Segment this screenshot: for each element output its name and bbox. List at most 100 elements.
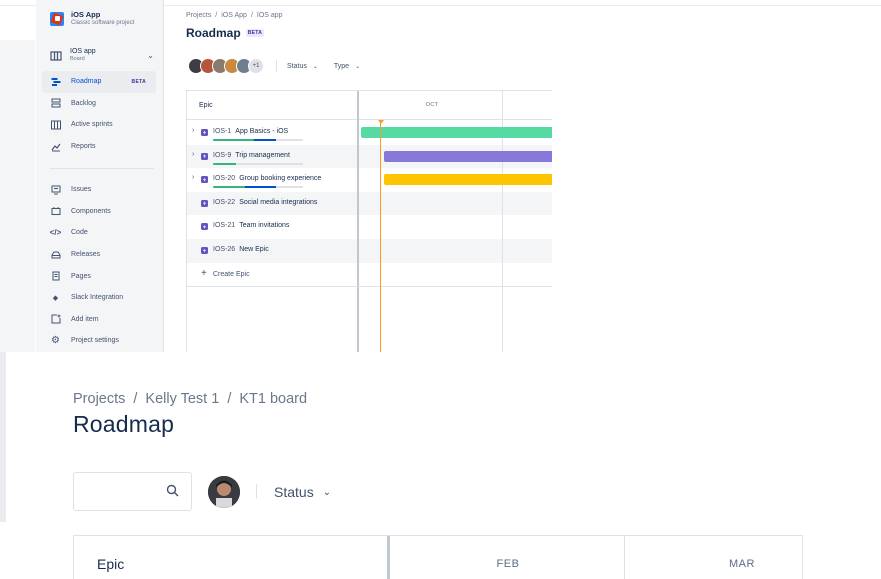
roadmap-grid-2: Epic FEB MAR <box>73 535 803 579</box>
sidebar-item-label: Pages <box>71 272 91 280</box>
status-filter-label: Status <box>274 484 314 500</box>
sidebar-item-label: Code <box>71 229 88 237</box>
slack-icon: ◆ <box>52 294 59 302</box>
epic-summary: Team invitations <box>239 222 290 230</box>
epic-progress <box>213 139 303 141</box>
sidebar-item-add-item[interactable]: Add item <box>42 309 156 331</box>
project-type: Classic software project <box>71 20 135 26</box>
epic-progress <box>213 186 303 189</box>
epic-bar[interactable] <box>384 174 552 186</box>
breadcrumb-board[interactable]: IOS app <box>257 12 283 19</box>
left-gutter <box>0 40 36 352</box>
chevron-down-icon: ⌄ <box>147 51 154 60</box>
epic-summary: Group booking experience <box>239 175 322 183</box>
reports-icon <box>50 141 61 152</box>
project-header[interactable]: iOS App Classic software project <box>50 10 134 27</box>
expand-chevron-icon[interactable]: › <box>192 174 194 181</box>
breadcrumb-board[interactable]: KT1 board <box>239 391 307 407</box>
table-row[interactable]: IOS-26 New Epic <box>187 239 552 263</box>
epic-key[interactable]: IOS-26 <box>213 246 235 253</box>
breadcrumb: Projects / iOS App / IOS app <box>186 12 283 19</box>
epic-column-header: Epic <box>199 102 213 109</box>
board-title: IOS app <box>70 48 96 55</box>
sidebar-item-label: Roadmap <box>71 78 102 86</box>
avatar[interactable] <box>208 476 240 508</box>
breadcrumb-2: Projects / Kelly Test 1/KT1 board <box>73 391 308 407</box>
plus-icon: + <box>201 268 207 279</box>
add-item-icon <box>50 314 61 325</box>
create-epic-label: Create Epic <box>213 271 250 278</box>
type-filter-label: Type <box>333 62 350 70</box>
page-title-row: Roadmap BETA <box>186 26 265 40</box>
search-input[interactable] <box>73 472 192 511</box>
releases-icon <box>50 249 61 260</box>
sidebar-item-label: Backlog <box>71 99 96 107</box>
page-title: Roadmap <box>186 26 241 40</box>
sidebar-item-label: Reports <box>71 143 96 151</box>
sidebar-item-code[interactable]: </> Code <box>42 222 156 244</box>
breadcrumb-projects[interactable]: Projects <box>186 12 211 19</box>
sidebar-item-label: Slack Integration <box>71 294 124 302</box>
sidebar-item-components[interactable]: Components <box>42 201 156 223</box>
epic-key[interactable]: IOS-9 <box>213 152 231 159</box>
sidebar-item-issues[interactable]: Issues <box>42 179 156 201</box>
table-row[interactable]: IOS-22 Social media integrations <box>187 192 552 216</box>
nav-planning: Roadmap BETA Backlog Active sprints Repo… <box>42 71 156 157</box>
epic-icon <box>201 129 208 136</box>
status-filter-2[interactable]: Status ⌄ <box>274 484 331 500</box>
epic-progress <box>213 162 303 165</box>
create-epic-row[interactable]: + Create Epic <box>187 263 552 287</box>
sidebar-item-label: Add item <box>71 315 99 323</box>
board-switcher[interactable]: IOS app Board ⌄ <box>50 48 154 63</box>
code-icon: </> <box>49 228 62 238</box>
beta-badge: BETA <box>131 78 146 85</box>
expand-chevron-icon[interactable]: › <box>192 127 194 134</box>
epic-key[interactable]: IOS-22 <box>213 199 235 206</box>
project-avatar-icon <box>50 12 64 26</box>
sidebar-item-slack[interactable]: ◆ Slack Integration <box>42 287 156 309</box>
more-avatars-button[interactable]: +1 <box>248 58 264 74</box>
epic-icon <box>201 176 208 184</box>
table-row[interactable]: › IOS-20 Group booking experience <box>187 168 552 192</box>
epic-icon <box>201 152 208 160</box>
sidebar-item-roadmap[interactable]: Roadmap BETA <box>42 71 156 93</box>
sidebar-item-backlog[interactable]: Backlog <box>42 93 156 115</box>
breadcrumb-projects[interactable]: Projects <box>73 391 125 407</box>
epic-bar[interactable] <box>384 150 552 162</box>
table-row[interactable]: › IOS-1 App Basics - iOS <box>187 121 552 145</box>
filter-divider <box>276 60 277 72</box>
sidebar-item-label: Components <box>71 207 111 215</box>
table-row[interactable]: › IOS-9 Trip management <box>187 145 552 169</box>
sidebar-item-active-sprints[interactable]: Active sprints <box>42 114 156 136</box>
breadcrumb-project[interactable]: iOS App <box>221 12 247 19</box>
sidebar-item-label: Releases <box>71 251 101 259</box>
left-gutter-bottom <box>0 352 6 522</box>
month-header: OCT <box>425 102 439 108</box>
epic-key[interactable]: IOS-1 <box>213 128 231 135</box>
status-filter[interactable]: Status ⌄ <box>287 63 318 70</box>
today-line <box>380 121 381 352</box>
status-filter-label: Status <box>287 62 307 70</box>
month-header: FEB <box>496 558 520 570</box>
filter-bar: +1 Status ⌄ Type ⌄ <box>188 57 376 75</box>
expand-chevron-icon[interactable]: › <box>192 151 194 158</box>
nav-development: Issues Components </> Code Releases Page… <box>42 179 156 352</box>
sidebar-item-reports[interactable]: Reports <box>42 136 156 158</box>
epic-summary: Social media integrations <box>239 198 318 206</box>
sidebar-item-label: Project settings <box>71 337 119 345</box>
sidebar-item-pages[interactable]: Pages <box>42 265 156 287</box>
epic-bar[interactable] <box>361 127 552 138</box>
board-subtitle: Board <box>70 56 85 62</box>
pages-icon <box>50 271 61 282</box>
type-filter[interactable]: Type ⌄ <box>334 63 360 70</box>
epic-key[interactable]: IOS-21 <box>213 222 235 229</box>
table-row[interactable]: IOS-21 Team invitations <box>187 215 552 239</box>
backlog-icon <box>50 98 61 109</box>
sprints-icon <box>50 119 61 130</box>
breadcrumb-project[interactable]: Kelly Test 1 <box>145 391 219 407</box>
sidebar-item-releases[interactable]: Releases <box>42 244 156 266</box>
page-title-2: Roadmap <box>73 411 175 437</box>
sidebar-item-project-settings[interactable]: ⚙ Project settings <box>42 330 156 352</box>
epic-key[interactable]: IOS-20 <box>213 175 235 182</box>
epic-icon <box>201 199 208 207</box>
